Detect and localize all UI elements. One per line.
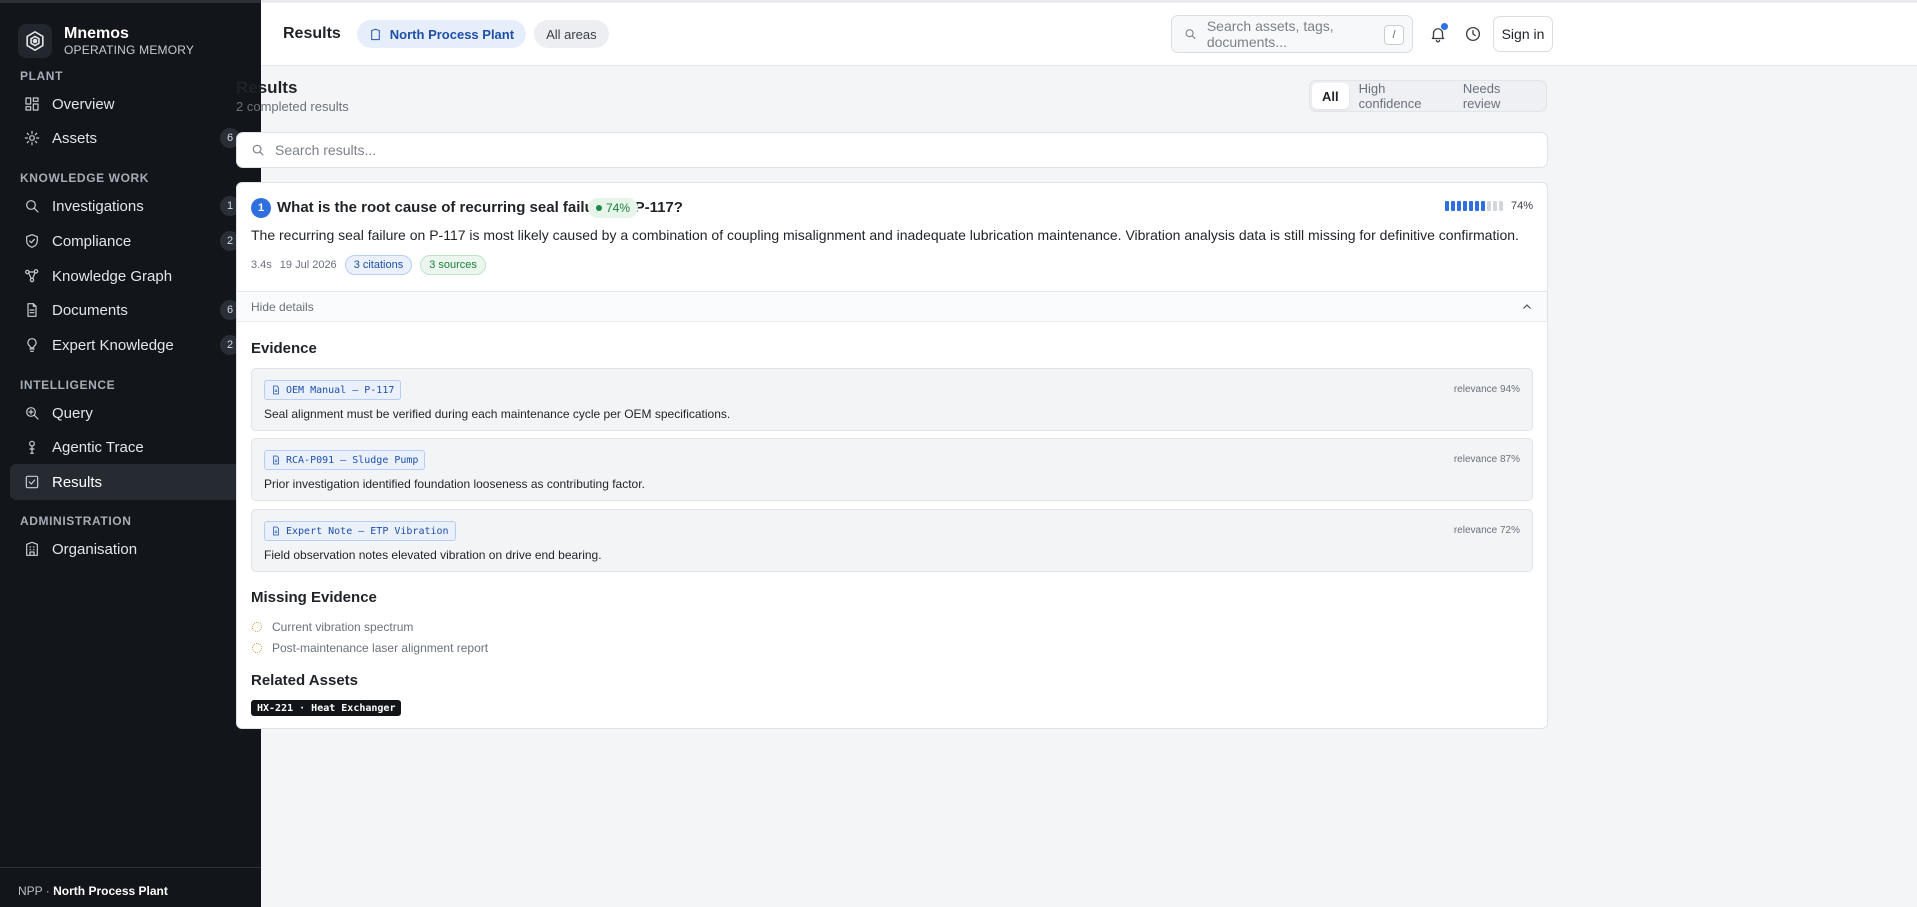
evidence-relevance: relevance 72% [1453, 525, 1520, 536]
missing-evidence-heading: Missing Evidence [251, 589, 377, 606]
filter-tab-high-confidence[interactable]: High confidence [1349, 81, 1453, 111]
filter-tab-needs-review[interactable]: Needs review [1453, 81, 1544, 111]
evidence-text: Field observation notes elevated vibrati… [264, 548, 602, 562]
missing-evidence-label: Post-maintenance laser alignment report [272, 641, 489, 655]
confidence-badge: 74% [588, 198, 639, 218]
filter-tab-all[interactable]: All [1312, 83, 1349, 109]
related-asset-chip[interactable]: HX-221 · Heat Exchanger [251, 700, 402, 716]
confidence-segments [1444, 201, 1505, 211]
confidence-segment [1474, 201, 1479, 211]
result-date: 19 Jul 2026 [279, 259, 337, 271]
evidence-item: Expert Note — ETP Vibration relevance 72… [251, 509, 1533, 572]
confidence-segment [1456, 201, 1461, 211]
result-meta: 3.4s 19 Jul 2026 3 citations 3 sources [251, 255, 486, 275]
results-search-placeholder: Search results... [275, 142, 377, 158]
confidence-segment [1480, 201, 1485, 211]
sources-chip[interactable]: 3 sources [420, 255, 486, 275]
evidence-item: RCA-P091 — Sludge Pump relevance 87% Pri… [251, 438, 1533, 501]
document-icon [273, 455, 279, 465]
confidence-segment [1468, 201, 1473, 211]
evidence-source-tag[interactable]: RCA-P091 — Sludge Pump [264, 450, 426, 470]
dashed-circle-icon [251, 621, 263, 633]
chevron-up-icon [1521, 301, 1533, 313]
evidence-text: Seal alignment must be verified during e… [264, 407, 731, 421]
details-toggle-label: Hide details [251, 299, 314, 314]
confidence-meter: 74% [1444, 200, 1533, 212]
page-title: Results [236, 78, 298, 97]
confidence-segment [1450, 201, 1455, 211]
evidence-source-tag[interactable]: OEM Manual — P-117 [264, 380, 402, 400]
result-answer: The recurring seal failure on P-117 is m… [251, 227, 1519, 243]
missing-evidence-item: Current vibration spectrum [251, 620, 413, 634]
missing-evidence-item: Post-maintenance laser alignment report [251, 641, 488, 655]
result-number: 1 [251, 198, 271, 218]
confidence-segment [1492, 201, 1497, 211]
confidence-segment [1486, 201, 1491, 211]
evidence-relevance: relevance 87% [1453, 454, 1520, 465]
missing-evidence-label: Current vibration spectrum [272, 620, 414, 634]
confidence-segment [1444, 201, 1449, 211]
evidence-source: RCA-P091 — Sludge Pump [286, 454, 419, 466]
evidence-relevance: relevance 94% [1453, 384, 1520, 395]
result-duration: 3.4s [251, 259, 272, 271]
citations-chip[interactable]: 3 citations [344, 255, 413, 275]
confidence-segment [1498, 201, 1503, 211]
related-assets-heading: Related Assets [251, 672, 358, 689]
evidence-text: Prior investigation identified foundatio… [264, 477, 645, 491]
document-icon [273, 385, 279, 395]
details-toggle[interactable]: Hide details [237, 291, 1547, 322]
confidence-segment [1462, 201, 1467, 211]
dashed-circle-icon [251, 642, 263, 654]
page-subtitle: 2 completed results [236, 99, 349, 114]
evidence-item: OEM Manual — P-117 relevance 94% Seal al… [251, 368, 1533, 431]
result-card: 1 What is the root cause of recurring se… [236, 182, 1548, 729]
confidence-percent: 74% [1510, 200, 1533, 212]
evidence-source-tag[interactable]: Expert Note — ETP Vibration [264, 521, 456, 541]
document-icon [273, 526, 279, 536]
evidence-heading: Evidence [251, 340, 317, 357]
evidence-source: Expert Note — ETP Vibration [286, 525, 449, 537]
search-icon [252, 144, 264, 156]
main-content: Results 2 completed results All High con… [236, 66, 1917, 907]
result-filter-tabs: All High confidence Needs review [1309, 80, 1547, 112]
results-search-input[interactable]: Search results... [236, 132, 1548, 168]
evidence-source: OEM Manual — P-117 [286, 384, 395, 396]
